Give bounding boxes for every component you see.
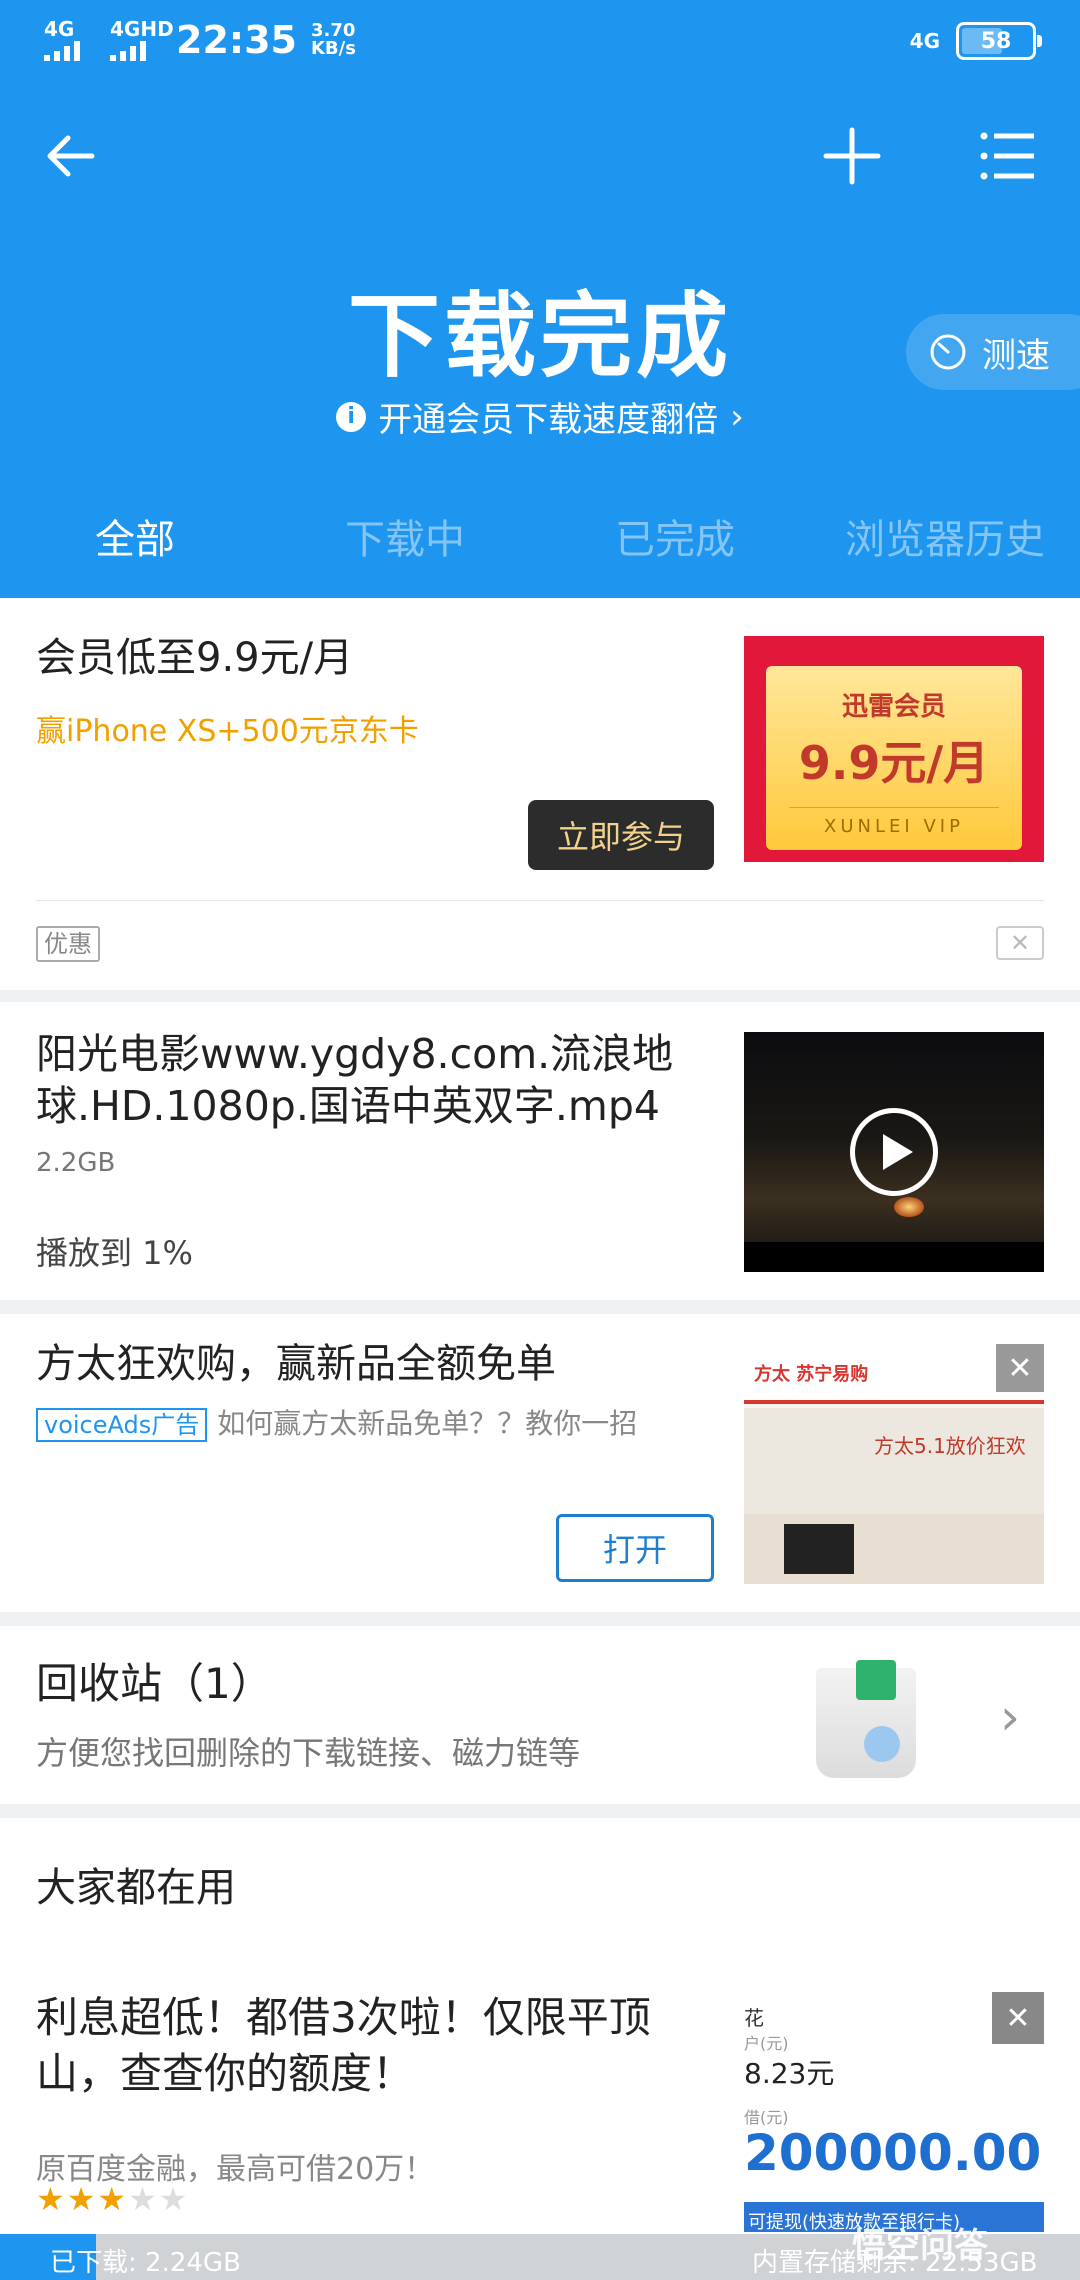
play-icon[interactable] bbox=[850, 1108, 938, 1196]
promo-image: 迅雷会员 9.9元/月 XUNLEI VIP bbox=[744, 636, 1044, 862]
close-icon[interactable]: ✕ bbox=[996, 926, 1044, 960]
gauge-icon bbox=[930, 334, 966, 370]
watermark: 悟空问答 bbox=[852, 2226, 988, 2266]
download-item[interactable]: 阳光电影www.ygdy8.com.流浪地球.HD.1080p.国语中英双字.m… bbox=[0, 1002, 1080, 1300]
menu-icon bbox=[980, 132, 1034, 180]
section-title: 大家都在用 bbox=[36, 1865, 236, 1911]
signal-icon: 4G bbox=[44, 19, 96, 61]
star-icon: ★ bbox=[66, 2180, 98, 2218]
arrow-left-icon bbox=[47, 135, 95, 177]
open-button[interactable]: 打开 bbox=[556, 1514, 714, 1582]
chevron-right-icon: › bbox=[1000, 1688, 1020, 1746]
star-icon: ★ bbox=[36, 2180, 67, 2218]
clock: 22:35 bbox=[176, 18, 297, 62]
signal-icon: 4GHD bbox=[110, 19, 174, 61]
close-icon[interactable]: ✕ bbox=[992, 1992, 1044, 2044]
tab-downloading[interactable]: 下载中 bbox=[270, 508, 540, 598]
vip-promo-link[interactable]: i 开通会员下载速度翻倍 › bbox=[0, 392, 1080, 441]
info-icon: i bbox=[336, 401, 367, 432]
net-speed: 3.70 KB/s bbox=[310, 20, 356, 59]
network-type: 4G bbox=[909, 29, 940, 53]
star-icon: ★ bbox=[97, 2180, 129, 2218]
battery-icon: 58 bbox=[956, 22, 1042, 60]
tab-bar: 全部 下载中 已完成 浏览器历史 bbox=[0, 508, 1080, 598]
join-button[interactable]: 立即参与 bbox=[528, 800, 714, 870]
loan-title: 利息超低！都借3次啦！仅限平顶山，查查你的额度！ bbox=[36, 1993, 651, 2098]
tab-completed[interactable]: 已完成 bbox=[540, 508, 810, 598]
recycle-desc: 方便您找回删除的下载链接、磁力链等 bbox=[36, 1734, 581, 1772]
file-size: 2.2GB bbox=[36, 1148, 116, 1178]
plus-icon bbox=[823, 127, 881, 185]
tab-all[interactable]: 全部 bbox=[0, 508, 270, 598]
recycle-bin-row[interactable]: 回收站（1） 方便您找回删除的下载链接、磁力链等 › bbox=[0, 1626, 1080, 1804]
star-icon: ★ bbox=[158, 2180, 190, 2218]
downloaded-size: 已下载: 2.24GB bbox=[50, 2248, 241, 2278]
video-thumbnail[interactable] bbox=[744, 1032, 1044, 1272]
play-progress: 播放到 1% bbox=[36, 1234, 193, 1272]
vip-promo-card[interactable]: 会员低至9.9元/月 赢iPhone XS+500元京东卡 立即参与 迅雷会员 … bbox=[0, 598, 1080, 990]
recycle-title: 回收站（1） bbox=[36, 1659, 273, 1708]
ad-desc: 如何赢方太新品免单？？教你一招 bbox=[217, 1407, 638, 1440]
promo-title: 会员低至9.9元/月 bbox=[36, 635, 354, 681]
rating-stars: ★★★★★ bbox=[36, 2180, 189, 2218]
file-name: 阳光电影www.ygdy8.com.流浪地球.HD.1080p.国语中英双字.m… bbox=[36, 1030, 674, 1130]
star-icon: ★ bbox=[128, 2180, 159, 2218]
section-header: 大家都在用 bbox=[0, 1818, 1080, 1966]
divider bbox=[36, 900, 1044, 901]
tab-browser-history[interactable]: 浏览器历史 bbox=[810, 508, 1080, 598]
back-button[interactable] bbox=[32, 116, 112, 196]
ad-title: 方太狂欢购，赢新品全额免单 bbox=[36, 1341, 556, 1387]
promo-subtitle: 赢iPhone XS+500元京东卡 bbox=[36, 714, 419, 749]
trash-icon bbox=[812, 1660, 922, 1780]
ad-label: voiceAds广告 bbox=[36, 1408, 208, 1442]
chevron-right-icon: › bbox=[730, 396, 744, 437]
header: 4G 4GHD 22:35 3.70 KB/s 4G 58 下载完成 i 开通会… bbox=[0, 0, 1080, 598]
menu-button[interactable] bbox=[968, 116, 1048, 196]
speed-test-button[interactable]: 测速 bbox=[906, 314, 1080, 390]
add-task-button[interactable] bbox=[812, 116, 892, 196]
status-bar: 4G 4GHD 22:35 3.70 KB/s 4G 58 bbox=[0, 0, 1080, 84]
discount-tag: 优惠 bbox=[36, 926, 100, 962]
ad-card[interactable]: 方太狂欢购，赢新品全额免单 voiceAds广告 如何赢方太新品免单？？教你一招 … bbox=[0, 1314, 1080, 1612]
close-icon[interactable]: ✕ bbox=[996, 1344, 1044, 1392]
